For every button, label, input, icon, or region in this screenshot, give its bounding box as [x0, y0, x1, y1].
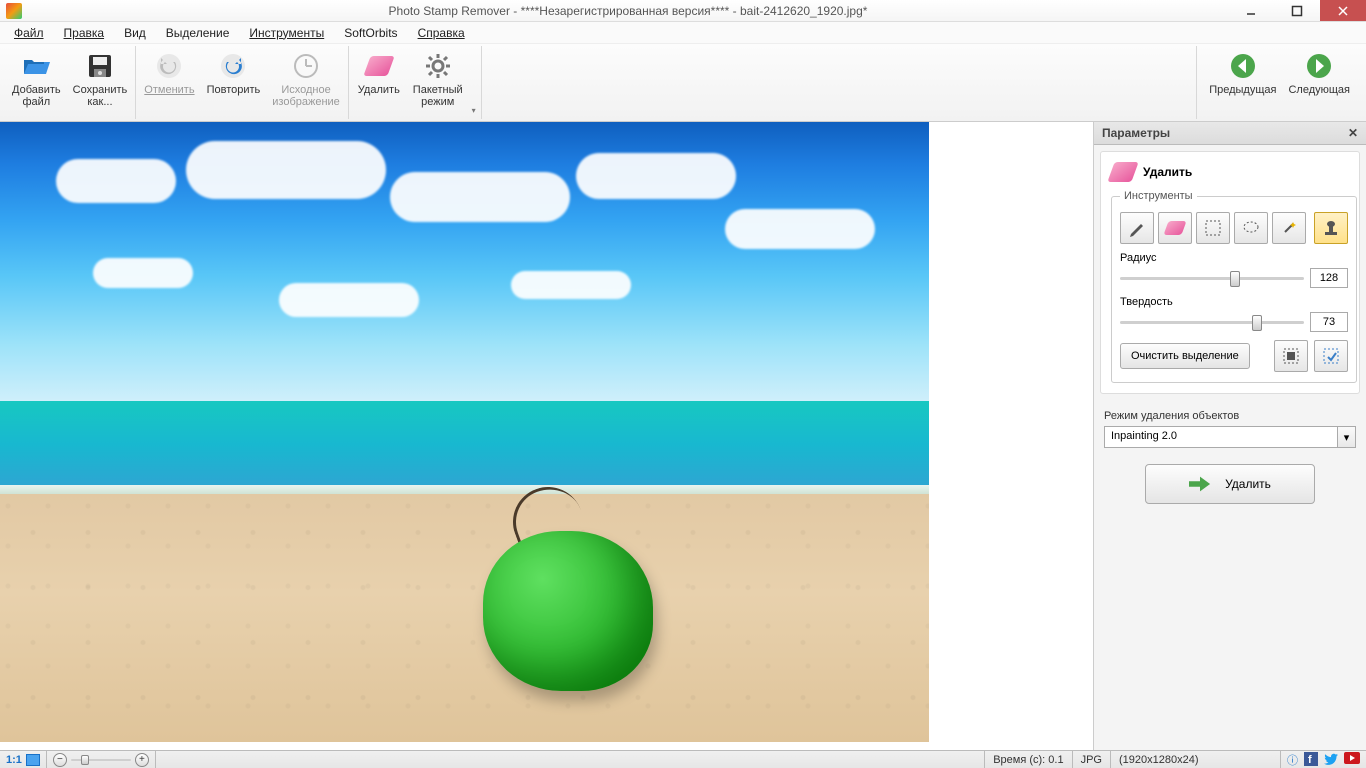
tools-fieldset: Инструменты Радиус 128 Твердость — [1111, 190, 1357, 383]
hardness-slider[interactable] — [1120, 313, 1304, 331]
panel-title: Параметры — [1102, 126, 1170, 140]
undo-label: Отменить — [144, 84, 194, 96]
radius-slider[interactable] — [1120, 269, 1304, 287]
save-as-button[interactable]: Сохранить как... — [67, 46, 134, 119]
menu-file[interactable]: Файл — [6, 24, 52, 42]
youtube-icon[interactable] — [1344, 752, 1360, 768]
side-panel: Параметры ✕ Удалить Инструменты — [1093, 122, 1366, 750]
close-button[interactable] — [1320, 0, 1366, 21]
clear-selection-button[interactable]: Очистить выделение — [1120, 343, 1250, 369]
zoom-in-button[interactable]: + — [135, 753, 149, 767]
menu-help[interactable]: Справка — [410, 24, 473, 42]
tools-legend: Инструменты — [1120, 190, 1197, 202]
status-format: JPG — [1073, 751, 1111, 768]
menu-tools[interactable]: Инструменты — [241, 24, 332, 42]
menu-selection[interactable]: Выделение — [158, 24, 238, 42]
maximize-button[interactable] — [1274, 0, 1320, 21]
arrow-left-icon — [1229, 52, 1257, 80]
hardness-value[interactable]: 73 — [1310, 312, 1348, 332]
hardness-label: Твердость — [1120, 296, 1173, 308]
zoom-slider[interactable] — [71, 753, 131, 767]
radius-value[interactable]: 128 — [1310, 268, 1348, 288]
undo-icon — [155, 52, 183, 80]
remove-panel: Удалить Инструменты Радиус 128 — [1100, 151, 1360, 394]
batch-label: Пакетный режим — [413, 84, 463, 108]
menu-softorbits[interactable]: SoftOrbits — [336, 24, 405, 42]
tool-magic-wand[interactable] — [1272, 212, 1306, 244]
radius-label: Радиус — [1120, 252, 1157, 264]
tool-lasso[interactable] — [1234, 212, 1268, 244]
original-image-button[interactable]: Исходное изображение — [266, 46, 346, 119]
toolbar: Добавить файл Сохранить как... Отменить … — [0, 44, 1366, 122]
save-as-label: Сохранить как... — [73, 84, 128, 108]
menubar: Файл Правка Вид Выделение Инструменты So… — [0, 22, 1366, 44]
redo-button[interactable]: Повторить — [201, 46, 267, 119]
clock-icon — [292, 52, 320, 80]
eraser-icon — [1107, 162, 1138, 182]
menu-edit[interactable]: Правка — [56, 24, 113, 42]
app-icon — [6, 3, 22, 19]
titlebar: Photo Stamp Remover - ****Незарегистриро… — [0, 0, 1366, 22]
original-label: Исходное изображение — [272, 84, 340, 108]
remove-button-label: Удалить — [1225, 477, 1271, 491]
toolbar-overflow[interactable]: ▾ — [469, 46, 479, 119]
redo-label: Повторить — [207, 84, 261, 96]
zoom-controls: 1:1 — [0, 751, 47, 768]
panel-header: Параметры ✕ — [1094, 122, 1366, 145]
arrow-right-green-icon — [1189, 475, 1211, 493]
zoom-out-button[interactable]: − — [53, 753, 67, 767]
tool-eraser[interactable] — [1158, 212, 1192, 244]
panel-close-icon[interactable]: ✕ — [1348, 126, 1358, 140]
status-dimensions: (1920x1280x24) — [1111, 751, 1281, 768]
chevron-down-icon[interactable]: ▾ — [1337, 427, 1355, 447]
arrow-right-icon — [1305, 52, 1333, 80]
mode-select[interactable]: Inpainting 2.0 ▾ — [1104, 426, 1356, 448]
zoom-ratio[interactable]: 1:1 — [6, 754, 22, 766]
svg-text:f: f — [1308, 754, 1312, 766]
menu-view[interactable]: Вид — [116, 24, 154, 42]
mode-value: Inpainting 2.0 — [1105, 427, 1337, 447]
eraser-icon — [365, 52, 393, 80]
window-title: Photo Stamp Remover - ****Незарегистриро… — [28, 4, 1228, 18]
undo-button[interactable]: Отменить — [138, 46, 200, 119]
mode-label: Режим удаления объектов — [1104, 410, 1356, 422]
image-canvas[interactable] — [0, 122, 929, 742]
gear-icon — [424, 52, 452, 80]
next-label: Следующая — [1288, 84, 1350, 96]
content-row: Параметры ✕ Удалить Инструменты — [0, 122, 1366, 750]
remove-button[interactable]: Удалить — [1145, 464, 1315, 504]
add-file-label: Добавить файл — [12, 84, 61, 108]
fit-to-screen-icon[interactable] — [26, 754, 40, 766]
delete-button[interactable]: Удалить — [351, 46, 407, 119]
redo-icon — [219, 52, 247, 80]
info-icon[interactable]: ⓘ — [1287, 752, 1298, 768]
batch-mode-button[interactable]: Пакетный режим — [407, 46, 469, 119]
prev-label: Предыдущая — [1209, 84, 1276, 96]
tool-stamp[interactable] — [1314, 212, 1348, 244]
status-time: Время (с): 0.1 — [985, 751, 1072, 768]
window-buttons — [1228, 0, 1366, 21]
load-selection-button[interactable] — [1314, 340, 1348, 372]
twitter-icon[interactable] — [1324, 752, 1338, 768]
canvas-area[interactable] — [0, 122, 1093, 750]
tool-rect-select[interactable] — [1196, 212, 1230, 244]
tool-pencil[interactable] — [1120, 212, 1154, 244]
folder-open-icon — [22, 52, 50, 80]
save-selection-button[interactable] — [1274, 340, 1308, 372]
next-image-button[interactable]: Следующая — [1282, 46, 1356, 119]
minimize-button[interactable] — [1228, 0, 1274, 21]
save-icon — [86, 52, 114, 80]
prev-image-button[interactable]: Предыдущая — [1203, 46, 1282, 119]
statusbar: 1:1 − + Время (с): 0.1 JPG (1920x1280x24… — [0, 750, 1366, 768]
add-file-button[interactable]: Добавить файл — [6, 46, 67, 119]
facebook-icon[interactable]: f — [1304, 752, 1318, 768]
remove-section-title: Удалить — [1143, 165, 1192, 179]
delete-label: Удалить — [358, 84, 400, 96]
